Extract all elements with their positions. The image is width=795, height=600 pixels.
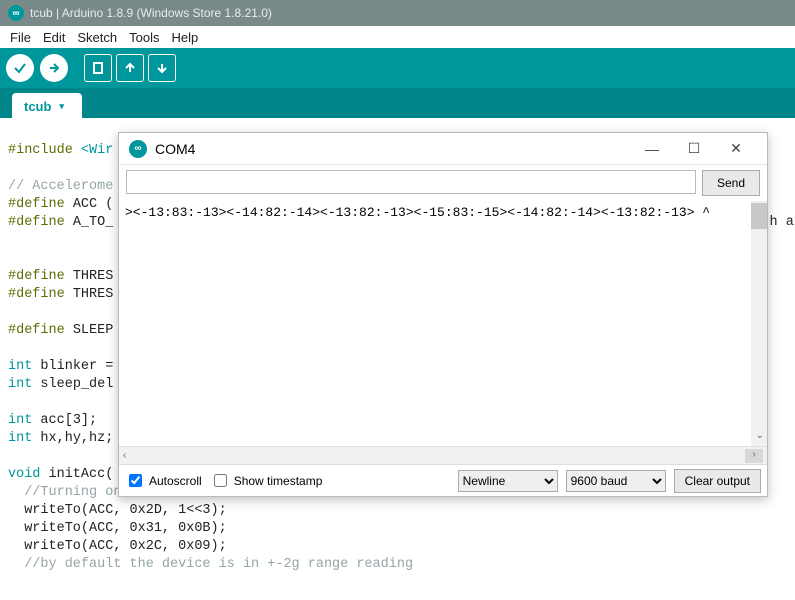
upload-button[interactable] (40, 54, 68, 82)
serial-footer: Autoscroll Show timestamp No line ending… (119, 464, 767, 496)
ide-titlebar: ∞ tcub | Arduino 1.8.9 (Windows Store 1.… (0, 0, 795, 26)
menu-sketch[interactable]: Sketch (71, 28, 123, 47)
save-sketch-button[interactable] (148, 54, 176, 82)
serial-titlebar[interactable]: ∞ COM4 — ☐ ✕ (119, 133, 767, 165)
menu-edit[interactable]: Edit (37, 28, 71, 47)
show-timestamp-checkbox-input[interactable] (214, 474, 227, 487)
serial-vertical-scrollbar[interactable] (751, 201, 767, 446)
scroll-right-icon[interactable]: › (745, 449, 763, 463)
new-sketch-button[interactable] (84, 54, 112, 82)
serial-port-title: COM4 (155, 141, 631, 157)
line-ending-select[interactable]: No line endingNewlineCarriage returnBoth… (458, 470, 558, 492)
serial-input[interactable] (126, 170, 696, 194)
scroll-left-icon[interactable]: ‹ (123, 450, 126, 461)
serial-send-button[interactable]: Send (702, 170, 760, 196)
show-timestamp-checkbox[interactable]: Show timestamp (210, 471, 323, 490)
menu-tools[interactable]: Tools (123, 28, 165, 47)
close-button[interactable]: ✕ (715, 140, 757, 157)
serial-output-area[interactable]: ><-13:83:-13><-14:82:-14><-13:82:-13><-1… (119, 201, 767, 446)
clear-output-button[interactable]: Clear output (674, 469, 761, 493)
autoscroll-checkbox-input[interactable] (129, 474, 142, 487)
menu-file[interactable]: File (4, 28, 37, 47)
menu-help[interactable]: Help (165, 28, 204, 47)
baud-rate-select[interactable]: 300 baud1200 baud2400 baud4800 baud9600 … (566, 470, 666, 492)
scroll-down-icon[interactable]: ⌄ (756, 430, 764, 442)
minimize-button[interactable]: — (631, 141, 673, 157)
serial-horizontal-scrollbar[interactable]: ‹ › (119, 446, 767, 464)
arduino-logo-icon: ∞ (129, 140, 147, 158)
menu-bar: File Edit Sketch Tools Help (0, 26, 795, 48)
open-sketch-button[interactable] (116, 54, 144, 82)
sketch-tab-label: tcub (24, 99, 51, 114)
serial-output-text: ><-13:83:-13><-14:82:-14><-13:82:-13><-1… (125, 205, 710, 220)
sketch-tab-bar: tcub (0, 88, 795, 118)
serial-monitor-window: ∞ COM4 — ☐ ✕ Send ><-13:83:-13><-14:82:-… (118, 132, 768, 497)
serial-send-row: Send (119, 165, 767, 201)
autoscroll-checkbox[interactable]: Autoscroll (125, 471, 202, 490)
toolbar (0, 48, 795, 88)
sketch-tab-current[interactable]: tcub (12, 93, 82, 118)
maximize-button[interactable]: ☐ (673, 140, 715, 157)
arduino-logo-icon: ∞ (8, 5, 24, 21)
verify-button[interactable] (6, 54, 34, 82)
window-title: tcub | Arduino 1.8.9 (Windows Store 1.8.… (30, 6, 272, 20)
serial-vertical-scroll-handle[interactable] (751, 203, 767, 229)
